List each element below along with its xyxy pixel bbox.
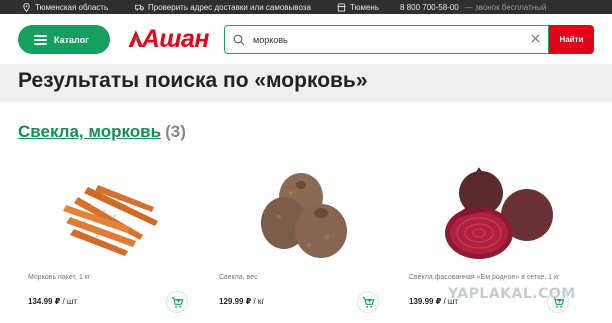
delivery-check-label: Проверить адрес доставки или самовывоза: [148, 2, 311, 12]
city-selector[interactable]: Тюмень: [337, 0, 379, 14]
logo-wordmark: Ашан: [141, 24, 210, 53]
store-icon: [337, 2, 346, 12]
city-label: Тюмень: [350, 2, 379, 12]
top-info-bar: Тюменская область Проверить адрес достав…: [0, 0, 612, 14]
search-button[interactable]: Найти: [549, 25, 594, 54]
product-price: 134.99 ₽ / шт: [28, 297, 77, 306]
price-value: 129.99 ₽: [219, 297, 252, 306]
product-name[interactable]: Свекла фасованная «Ем родное» в сетке, 1…: [409, 274, 560, 281]
category-count: (3): [165, 122, 186, 141]
clear-search-icon[interactable]: [531, 34, 540, 43]
results-title-band: Результаты поиска по «морковь»: [0, 64, 612, 102]
price-unit: / кг: [251, 297, 265, 306]
product-image-carrots[interactable]: [18, 165, 198, 265]
phone-number: 8 800 700-58-00: [400, 2, 459, 12]
search-input[interactable]: [253, 34, 523, 45]
price-value: 134.99 ₽: [28, 297, 61, 306]
delivery-check-link[interactable]: Проверить адрес доставки или самовывоза: [135, 0, 311, 14]
phone-contact[interactable]: 8 800 700-58-00 — звонок бесплатный: [400, 0, 546, 14]
search-bar: [224, 25, 549, 54]
truck-icon: [135, 4, 144, 10]
product-name[interactable]: Морковь пакет, 1 кг: [28, 274, 90, 281]
add-to-cart-button[interactable]: [166, 291, 188, 313]
catalog-button-label: Каталог: [54, 34, 89, 45]
price-value: 139.99 ₽: [409, 297, 442, 306]
product-card[interactable]: Свекла, вес 129.99 ₽ / кг: [209, 165, 389, 323]
catalog-button[interactable]: Каталог: [18, 25, 110, 54]
product-image-packed-beets[interactable]: [399, 165, 579, 265]
location-pin-icon: [23, 2, 30, 12]
results-title: Результаты поиска по «морковь»: [18, 69, 368, 92]
add-to-cart-button[interactable]: [357, 291, 379, 313]
product-name[interactable]: Свекла, вес: [219, 274, 258, 281]
region-selector[interactable]: Тюменская область: [22, 0, 108, 14]
product-image-beets[interactable]: [209, 165, 389, 265]
category-link[interactable]: Свекла, морковь: [18, 122, 161, 141]
category-heading: Свекла, морковь (3): [18, 122, 186, 142]
product-price: 129.99 ₽ / кг: [219, 297, 264, 306]
watermark: YAPLAKAL.COM: [448, 286, 576, 302]
phone-note: — звонок бесплатный: [464, 2, 547, 12]
price-unit: / шт: [60, 297, 78, 306]
product-card[interactable]: Морковь пакет, 1 кг 134.99 ₽ / шт: [18, 165, 198, 323]
menu-burger-icon: [34, 34, 47, 45]
auchan-logo[interactable]: Ашан: [127, 24, 210, 54]
cart-plus-icon: [171, 296, 183, 308]
search-icon: [233, 34, 245, 45]
site-header: Каталог Ашан Найти: [0, 14, 612, 64]
cart-plus-icon: [362, 296, 374, 308]
region-label: Тюменская область: [35, 2, 109, 12]
